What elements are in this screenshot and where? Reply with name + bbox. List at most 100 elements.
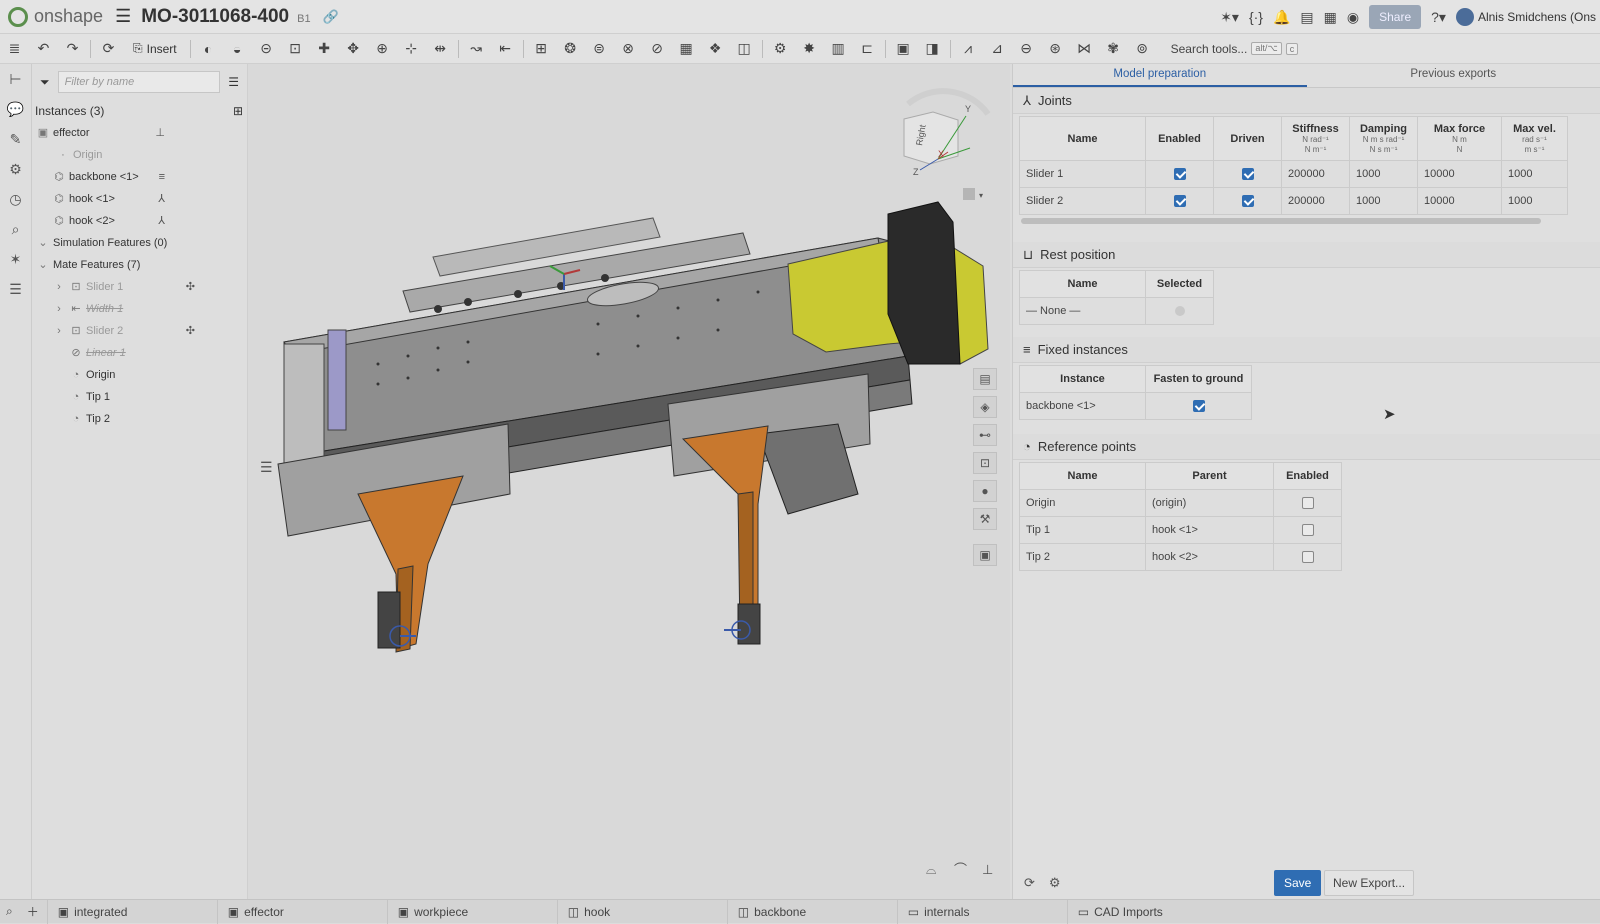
rest-position-section-header[interactable]: ⊔Rest position <box>1013 242 1600 268</box>
appearance-panel-icon[interactable]: ◈ <box>973 396 997 418</box>
comments-icon[interactable]: 💬 <box>0 94 31 124</box>
tree-item-hook-2[interactable]: ⌬hook <2>⅄ <box>32 210 247 232</box>
fastened-mate-icon[interactable]: ◒ <box>223 41 252 57</box>
new-export-button[interactable]: New Export... <box>1324 870 1414 896</box>
tree-item-slider-1[interactable]: ›⊡Slider 1✣ <box>32 276 247 298</box>
tree-group-simulation[interactable]: ⌄Simulation Features (0) <box>32 232 247 254</box>
tab-backbone[interactable]: ◫backbone <box>728 900 898 924</box>
user-menu[interactable]: Alnis Smidchens (Ons <box>1456 8 1596 26</box>
reference-enabled-checkbox[interactable] <box>1302 551 1314 563</box>
share-button[interactable]: Share <box>1369 5 1421 29</box>
assembly-render[interactable]: Right Y X Z ▾ <box>248 64 1010 899</box>
max-force-input[interactable]: 10000 <box>1418 188 1502 215</box>
named-views-icon[interactable]: ⊡ <box>973 452 997 474</box>
cylindrical-mate-icon[interactable]: ✥ <box>339 40 368 57</box>
tab-previous-exports[interactable]: Previous exports <box>1307 64 1600 87</box>
reference-enabled-checkbox[interactable] <box>1302 497 1314 509</box>
tree-item-origin[interactable]: ·Origin <box>32 144 247 166</box>
tab-cad-imports[interactable]: ▭CAD Imports <box>1068 900 1238 924</box>
filter-icon[interactable]: ⏷ <box>40 75 50 90</box>
tab-integrated[interactable]: ▣integrated <box>48 900 218 924</box>
debug-icon[interactable]: ✶ <box>0 244 31 274</box>
motion-study-icon[interactable]: ⊛ <box>1041 40 1070 57</box>
tree-item-slider-2[interactable]: ›⊡Slider 2✣ <box>32 320 247 342</box>
tab-model-preparation[interactable]: Model preparation <box>1013 64 1307 87</box>
section-icon[interactable]: ▥ <box>824 40 853 57</box>
onshape-logo[interactable]: onshape <box>0 6 103 27</box>
render-studio-icon[interactable]: ● <box>973 480 997 502</box>
robot-export-icon[interactable]: ⊚ <box>1128 40 1157 57</box>
planar-mate-icon[interactable]: ✚ <box>310 40 339 57</box>
robot-panel-icon[interactable]: ▣ <box>973 544 997 566</box>
interference-icon[interactable]: ⋈ <box>1070 40 1099 57</box>
stiffness-input[interactable]: 200000 <box>1282 188 1350 215</box>
curvature-icon[interactable]: ⩘ <box>954 40 983 57</box>
appearance-icon[interactable]: ⌒ <box>954 862 967 877</box>
view-mode-dropdown-icon[interactable]: ▾ <box>979 191 983 200</box>
mirror-icon[interactable]: ◫ <box>730 40 759 57</box>
joint-driven-checkbox[interactable] <box>1242 168 1254 180</box>
tree-item-hook-1[interactable]: ⌬hook <1>⅄ <box>32 188 247 210</box>
pin-slot-mate-icon[interactable]: ⊕ <box>368 40 397 57</box>
render-mode-icon[interactable]: ⌓ <box>926 862 936 877</box>
bom-panel-icon[interactable]: ▤ <box>973 368 997 390</box>
add-folder-icon[interactable]: ⊞ <box>233 104 243 118</box>
add-tab-icon[interactable]: ＋ <box>19 900 48 924</box>
instance-list-icon[interactable]: ⊢ <box>0 64 31 94</box>
bug-icon[interactable]: ✶▾ <box>1220 9 1239 26</box>
simulation-icon[interactable]: ⊿ <box>983 40 1012 57</box>
parallel-mate-icon[interactable]: ⇹ <box>426 40 455 57</box>
mate-values-icon[interactable]: ⊷ <box>973 424 997 446</box>
replicate-icon[interactable]: ❖ <box>701 40 730 57</box>
settings-gear-icon[interactable]: ⚙ <box>1049 875 1061 891</box>
learning-center-icon[interactable]: ◉ <box>1347 9 1359 26</box>
tab-effector[interactable]: ▣effector <box>218 900 388 924</box>
group-icon[interactable]: ⊞ <box>527 40 556 57</box>
menu-icon[interactable]: ☰ <box>115 6 131 27</box>
joints-horizontal-scrollbar[interactable] <box>1021 218 1541 224</box>
feature-list-icon[interactable]: ≣ <box>0 40 29 57</box>
joint-driven-checkbox[interactable] <box>1242 195 1254 207</box>
tree-item-linear-1[interactable]: ⊘Linear 1 <box>32 342 247 364</box>
tree-item-backbone[interactable]: ⌬backbone <1>≡ <box>32 166 247 188</box>
link-icon[interactable]: 🔗 <box>323 9 339 25</box>
search-tools-field[interactable]: Search tools... alt/⌥ c <box>1171 42 1299 56</box>
bom-icon[interactable]: ☰ <box>0 274 31 304</box>
explode-icon[interactable]: ✸ <box>795 40 824 57</box>
help-icon[interactable]: ?▾ <box>1431 9 1446 26</box>
refresh-icon[interactable]: ⟳ <box>94 40 123 57</box>
view-mode-icon[interactable] <box>963 188 975 200</box>
view-cube[interactable]: Right Y X Z ▾ <box>904 91 988 200</box>
draft-analysis-icon[interactable]: ⊖ <box>1012 40 1041 57</box>
ball-mate-icon[interactable]: ⊹ <box>397 40 426 57</box>
fixed-instances-section-header[interactable]: ≡Fixed instances <box>1013 337 1600 363</box>
tree-item-tip-2[interactable]: ◔Tip 2 <box>32 408 247 430</box>
tree-item-ref-origin[interactable]: ◔Origin <box>32 364 247 386</box>
undo-icon[interactable]: ↶ <box>29 40 58 57</box>
tree-group-mates[interactable]: ⌄Mate Features (7) <box>32 254 247 276</box>
pattern-icon[interactable]: ▦ <box>672 40 701 57</box>
width-mate-icon[interactable]: ⇤ <box>491 40 520 57</box>
rest-position-radio[interactable] <box>1175 306 1185 316</box>
configurations-icon[interactable]: ⚙ <box>0 154 31 184</box>
mate-connector-icon[interactable]: ⚙ <box>766 40 795 57</box>
damping-input[interactable]: 1000 <box>1350 161 1418 188</box>
reference-points-section-header[interactable]: ◔Reference points <box>1013 434 1600 460</box>
tab-hook[interactable]: ◫hook <box>558 900 728 924</box>
linear-relation-icon[interactable]: ⊘ <box>643 40 672 57</box>
tree-item-tip-1[interactable]: ◔Tip 1 <box>32 386 247 408</box>
max-force-input[interactable]: 10000 <box>1418 161 1502 188</box>
save-button[interactable]: Save <box>1274 870 1321 896</box>
stiffness-input[interactable]: 200000 <box>1282 161 1350 188</box>
screw-relation-icon[interactable]: ⊗ <box>614 40 643 57</box>
custom-feature-icon[interactable]: ✾ <box>1099 40 1128 57</box>
reference-enabled-checkbox[interactable] <box>1302 524 1314 536</box>
tab-workpiece[interactable]: ▣workpiece <box>388 900 558 924</box>
document-list-icon[interactable]: ▤ <box>1300 9 1313 26</box>
joint-enabled-checkbox[interactable] <box>1174 195 1186 207</box>
tab-manager-icon[interactable]: ⌕ <box>0 900 19 924</box>
graphics-viewport[interactable]: Right Y X Z ▾ <box>248 64 1010 899</box>
list-options-icon[interactable]: ☰ <box>228 75 239 89</box>
bom-icon[interactable]: ▣ <box>889 40 918 57</box>
slider-mate-icon[interactable]: ⊡ <box>281 40 310 57</box>
